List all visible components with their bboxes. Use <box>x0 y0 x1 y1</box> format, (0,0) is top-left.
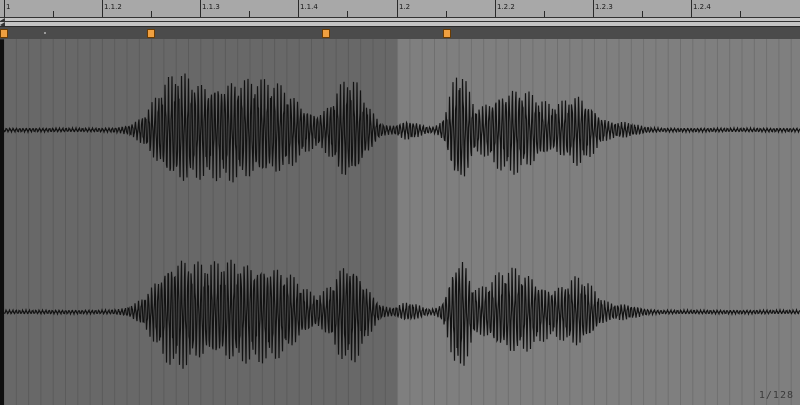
ruler-tick <box>397 0 398 17</box>
waveform-svg <box>4 39 800 405</box>
ruler-tick <box>4 0 5 17</box>
ruler-tick <box>691 0 692 17</box>
ruler-label: 1.2.4 <box>693 3 711 11</box>
transient-dot <box>44 32 46 34</box>
zoom-level-readout: 1/128 <box>758 390 794 401</box>
warp-marker-lane[interactable] <box>0 26 800 40</box>
warp-marker-icon[interactable] <box>322 29 330 38</box>
sample-editor: 1 1.1.2 1.1.3 1.1.4 1.2 1.2.2 1.2.3 1.2.… <box>0 0 800 405</box>
ruler-tick <box>495 0 496 17</box>
warp-marker-icon[interactable] <box>0 29 8 38</box>
beat-time-ruler[interactable]: 1 1.1.2 1.1.3 1.1.4 1.2 1.2.2 1.2.3 1.2.… <box>0 0 800 18</box>
ruler-tick <box>102 0 103 17</box>
ruler-label: 1.1.3 <box>202 3 220 11</box>
ruler-tick <box>593 0 594 17</box>
ruler-label: 1.1.4 <box>300 3 318 11</box>
warp-marker-icon[interactable] <box>443 29 451 38</box>
ruler-label: 1.2.3 <box>595 3 613 11</box>
ruler-label: 1.2.2 <box>497 3 515 11</box>
warp-marker-icon[interactable] <box>147 29 155 38</box>
ruler-tick <box>298 0 299 17</box>
ruler-tick <box>200 0 201 17</box>
ruler-label: 1 <box>6 3 11 11</box>
ruler-label: 1.1.2 <box>104 3 122 11</box>
waveform-display[interactable] <box>4 39 800 405</box>
ruler-label: 1.2 <box>399 3 411 11</box>
